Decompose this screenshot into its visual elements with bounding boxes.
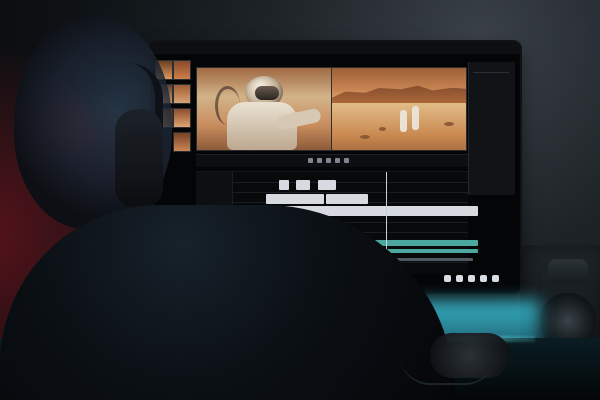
bottom-tools	[444, 275, 502, 285]
mars-ground	[332, 103, 466, 150]
tool-icon[interactable]	[480, 275, 487, 282]
small-astronaut	[400, 110, 407, 132]
video-clip[interactable]	[279, 180, 289, 190]
headphone-ear-cup	[115, 109, 163, 209]
video-clip[interactable]	[296, 180, 310, 190]
transport-controls	[196, 154, 468, 167]
play-control-icon[interactable]	[335, 158, 340, 163]
playback-buttons	[308, 158, 356, 164]
inspector-panel	[468, 62, 515, 195]
play-control-icon[interactable]	[326, 158, 331, 163]
cable	[400, 355, 495, 385]
play-control-icon[interactable]	[317, 158, 322, 163]
rock	[379, 127, 386, 131]
video-editing-scene	[0, 0, 600, 400]
tool-icon[interactable]	[492, 275, 499, 282]
video-clip[interactable]	[266, 194, 324, 204]
source-viewer[interactable]	[196, 67, 332, 151]
play-control-icon[interactable]	[344, 158, 349, 163]
rock	[444, 122, 454, 126]
media-thumb[interactable]	[173, 132, 191, 152]
track-divider	[232, 182, 468, 183]
speaker-tweeter	[548, 259, 588, 283]
video-clip[interactable]	[326, 194, 368, 204]
video-clip[interactable]	[318, 180, 336, 190]
tool-icon[interactable]	[468, 275, 475, 282]
editor-topbar	[150, 42, 520, 54]
media-thumb[interactable]	[173, 108, 191, 128]
track-divider	[232, 192, 468, 193]
play-control-icon[interactable]	[308, 158, 313, 163]
rock	[360, 135, 370, 139]
tool-icon[interactable]	[444, 275, 451, 282]
astronaut-visor	[255, 86, 279, 100]
media-thumb[interactable]	[173, 60, 191, 80]
program-viewer[interactable]	[331, 67, 467, 151]
small-astronaut	[412, 106, 419, 130]
tool-icon[interactable]	[456, 275, 463, 282]
inspector-divider	[473, 72, 509, 73]
media-thumb[interactable]	[173, 84, 191, 104]
